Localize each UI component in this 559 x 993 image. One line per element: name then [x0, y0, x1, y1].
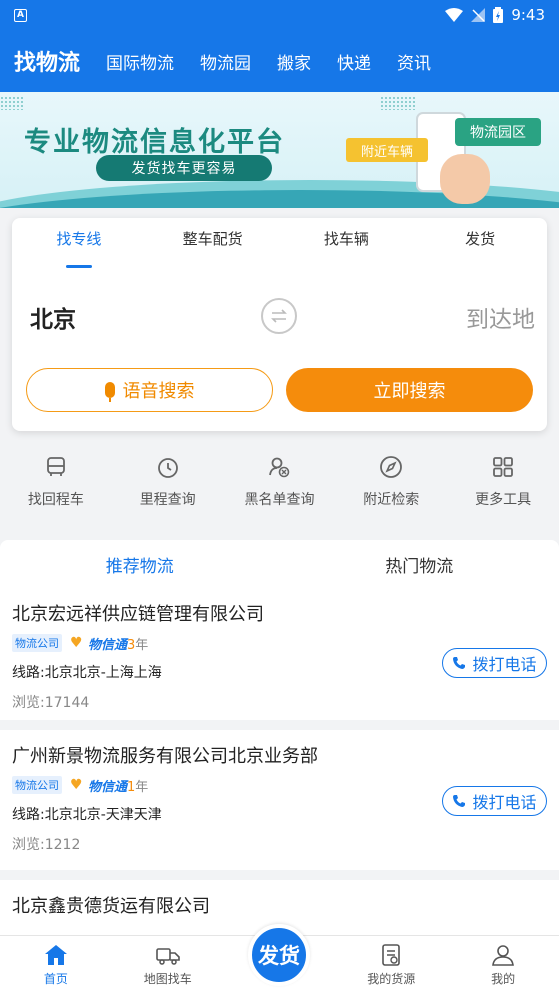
tab-popular[interactable]: 热门物流 — [280, 552, 559, 588]
tool-label: 里程查询 — [139, 492, 196, 508]
tab-full-truck[interactable]: 整车配货 — [146, 228, 280, 262]
tool-row: 找回程车 里程查询 黑名单查询 附近检索 更多工具 — [0, 445, 559, 525]
membership-years: 3年 — [127, 637, 149, 653]
tab-find-vehicle[interactable]: 找车辆 — [280, 228, 414, 262]
nav-item-news[interactable]: 资讯 — [397, 49, 431, 74]
tool-label: 附近检索 — [363, 492, 420, 508]
user-block-icon — [265, 453, 293, 481]
membership-years: 1年 — [127, 779, 149, 795]
banner-tag-nearby: 附近车辆 — [346, 138, 428, 162]
tab-recommended[interactable]: 推荐物流 — [0, 552, 280, 598]
bottom-tab-my-cargo[interactable]: 我的货源 — [335, 936, 447, 993]
bottom-tab-label: 我的 — [491, 972, 516, 986]
bottom-tab-map[interactable]: 地图找车 — [112, 936, 224, 993]
top-nav: 找物流 国际物流 物流园 搬家 快递 资讯 — [0, 30, 559, 92]
handshake-icon: ♥ — [70, 635, 83, 651]
tool-label: 更多工具 — [475, 492, 532, 508]
call-label: 拨打电话 — [472, 793, 537, 812]
bottom-tab-label: 我的货源 — [367, 972, 416, 986]
banner-subtitle: 发货找车更容易 — [96, 155, 272, 181]
nav-item-logistics-park[interactable]: 物流园 — [200, 49, 251, 74]
search-tabs: 找专线 整车配货 找车辆 发货 — [12, 218, 547, 268]
nav-brand[interactable]: 找物流 — [14, 45, 80, 77]
view-count: 浏览:1212 — [12, 837, 81, 853]
search-now-button[interactable]: 立即搜索 — [286, 368, 533, 412]
voice-search-button[interactable]: 语音搜索 — [26, 368, 273, 412]
banner-dots-decoration — [0, 96, 24, 110]
notification-a-icon: A — [14, 8, 27, 22]
bottom-tab-label: 地图找车 — [143, 972, 192, 986]
xintong-label: 物信通 — [88, 779, 128, 795]
xintong-label: 物信通 — [88, 637, 128, 653]
bus-icon — [42, 453, 70, 481]
truck-icon — [155, 948, 180, 965]
nav-item-moving[interactable]: 搬家 — [277, 49, 311, 74]
handshake-icon: ♥ — [70, 777, 83, 793]
call-label: 拨打电话 — [472, 655, 537, 674]
list-item[interactable]: 北京宏远祥供应链管理有限公司 物流公司 ♥ 物信通 3年 线路:北京北京-上海上… — [0, 588, 559, 720]
phone-icon — [453, 795, 466, 807]
list-segments: 推荐物流 热门物流 — [0, 540, 559, 598]
bottom-tab-me[interactable]: 我的 — [447, 936, 559, 993]
to-city[interactable]: 到达地 — [466, 300, 535, 334]
clock: 9:43 — [511, 6, 545, 24]
call-button[interactable]: 拨打电话 — [442, 648, 547, 678]
company-name: 北京宏远祥供应链管理有限公司 — [12, 604, 264, 625]
tool-blacklist[interactable]: 黑名单查询 — [224, 445, 336, 525]
bottom-tab-label: 首页 — [43, 972, 68, 986]
route-selector: 北京 到达地 — [12, 290, 547, 340]
promo-banner[interactable]: 专业物流信息化平台 发货找车更容易 附近车辆 物流园区 — [0, 92, 559, 208]
company-type-badge: 物流公司 — [12, 634, 62, 652]
cargo-icon — [382, 944, 401, 966]
tool-label: 黑名单查询 — [244, 492, 315, 508]
microphone-icon — [104, 382, 115, 402]
view-count: 浏览:17144 — [12, 695, 90, 711]
nav-item-international[interactable]: 国际物流 — [106, 49, 174, 74]
battery-icon — [493, 7, 504, 23]
company-type-badge: 物流公司 — [12, 776, 62, 794]
wifi-icon — [445, 8, 464, 22]
company-name: 北京鑫贵德货运有限公司 — [12, 896, 210, 917]
list-item[interactable]: 广州新景物流服务有限公司北京业务部 物流公司 ♥ 物信通 1年 线路:北京北京-… — [0, 730, 559, 870]
divider — [0, 870, 559, 880]
tab-ship[interactable]: 发货 — [413, 228, 547, 262]
timer-icon — [154, 453, 182, 481]
banner-tag-park: 物流园区 — [455, 118, 541, 146]
tool-label: 找回程车 — [27, 492, 84, 508]
search-card: 找专线 整车配货 找车辆 发货 北京 到达地 语音搜索 立即搜索 — [12, 218, 547, 431]
status-bar: A 9:43 — [0, 0, 559, 30]
compass-icon — [377, 453, 405, 481]
swap-icon[interactable] — [261, 298, 297, 334]
ship-fab-button[interactable]: 发货 — [248, 924, 310, 986]
divider — [0, 720, 559, 730]
call-button[interactable]: 拨打电话 — [442, 786, 547, 816]
tool-more[interactable]: 更多工具 — [447, 445, 559, 525]
grid-icon — [489, 453, 517, 481]
nav-item-express[interactable]: 快递 — [337, 49, 371, 74]
tool-return-truck[interactable]: 找回程车 — [0, 445, 112, 525]
company-name: 广州新景物流服务有限公司北京业务部 — [12, 746, 318, 767]
voice-search-label: 语音搜索 — [122, 381, 195, 402]
tool-mileage[interactable]: 里程查询 — [112, 445, 224, 525]
banner-title: 专业物流信息化平台 — [24, 127, 285, 158]
phone-icon — [453, 657, 466, 669]
logistics-list: 推荐物流 热门物流 北京宏远祥供应链管理有限公司 物流公司 ♥ 物信通 3年 线… — [0, 540, 559, 935]
user-icon — [492, 945, 514, 966]
home-icon — [44, 945, 67, 965]
from-city[interactable]: 北京 — [30, 300, 76, 334]
tool-nearby[interactable]: 附近检索 — [335, 445, 447, 525]
banner-dots-decoration — [380, 96, 416, 110]
tab-find-line[interactable]: 找专线 — [12, 228, 146, 268]
hand-illustration-icon — [440, 154, 490, 204]
bottom-tab-home[interactable]: 首页 — [0, 936, 112, 993]
no-signal-icon — [471, 8, 486, 22]
